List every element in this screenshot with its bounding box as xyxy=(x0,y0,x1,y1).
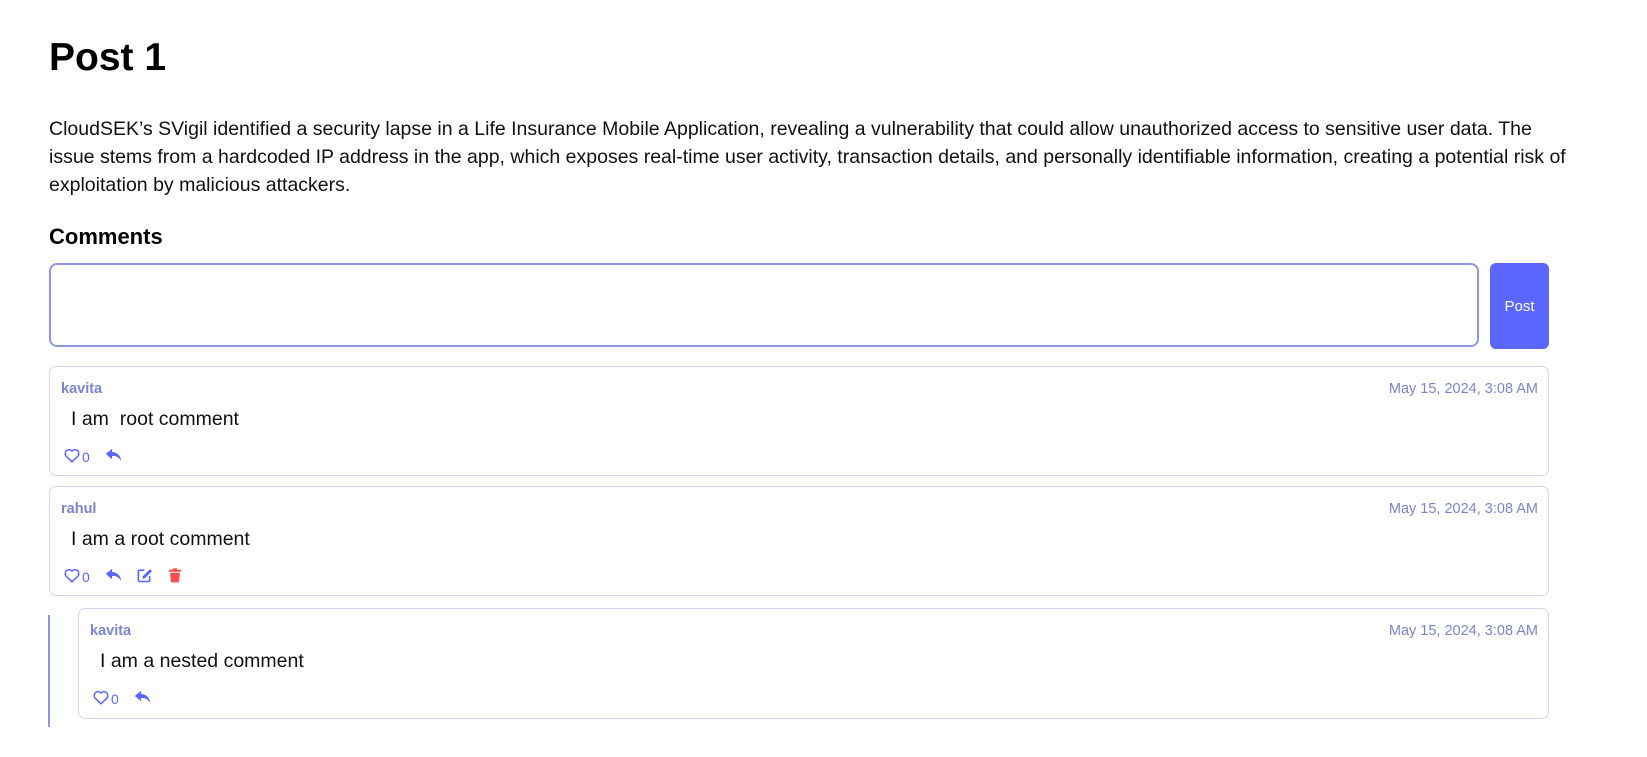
comments-heading: Comments xyxy=(49,224,163,249)
comment-author: rahul xyxy=(61,501,97,517)
edit-icon xyxy=(137,568,152,582)
comment-text: I am a root comment xyxy=(71,528,250,550)
comment-actions: 0 xyxy=(64,565,197,585)
comment-card: rahul May 15, 2024, 3:08 AM I am a root … xyxy=(49,486,1549,596)
post-body: CloudSEK’s SVigil identified a security … xyxy=(49,118,1566,196)
comment-actions: 0 xyxy=(93,687,166,707)
like-count: 0 xyxy=(82,449,90,465)
reply-button[interactable] xyxy=(134,690,151,704)
comment-author: kavita xyxy=(90,623,132,639)
delete-button[interactable] xyxy=(168,567,182,583)
comment-text: I am a nested comment xyxy=(100,650,304,672)
nested-comment-card: kavita May 15, 2024, 3:08 AM I am a nest… xyxy=(78,608,1549,719)
post-title: Post 1 xyxy=(49,36,167,79)
heart-icon xyxy=(64,448,80,463)
comment-timestamp: May 15, 2024, 3:08 AM xyxy=(1388,501,1538,517)
like-button[interactable]: 0 xyxy=(93,689,119,707)
thread-indicator-line xyxy=(48,615,50,727)
comment-text: I am root comment xyxy=(71,408,239,430)
reply-icon xyxy=(134,690,150,703)
edit-button[interactable] xyxy=(137,568,153,583)
reply-icon xyxy=(105,448,121,461)
like-count: 0 xyxy=(111,691,119,707)
reply-button[interactable] xyxy=(105,448,122,462)
like-count: 0 xyxy=(82,569,90,585)
comment-timestamp: May 15, 2024, 3:08 AM xyxy=(1388,623,1538,639)
post-page: Post 1 CloudSEK’s SVigil identified a se… xyxy=(0,0,1647,757)
trash-icon xyxy=(168,567,181,582)
post-comment-button[interactable]: Post xyxy=(1490,263,1549,349)
reply-button[interactable] xyxy=(105,568,122,582)
comment-timestamp: May 15, 2024, 3:08 AM xyxy=(1388,381,1538,397)
like-button[interactable]: 0 xyxy=(64,447,90,465)
like-button[interactable]: 0 xyxy=(64,567,90,585)
comment-card: kavita May 15, 2024, 3:08 AM I am root c… xyxy=(49,366,1549,476)
comment-actions: 0 xyxy=(64,445,137,465)
heart-icon xyxy=(64,568,80,583)
comment-input[interactable] xyxy=(49,263,1479,347)
comment-author: kavita xyxy=(61,381,103,397)
heart-icon xyxy=(93,690,109,705)
reply-icon xyxy=(105,568,121,581)
